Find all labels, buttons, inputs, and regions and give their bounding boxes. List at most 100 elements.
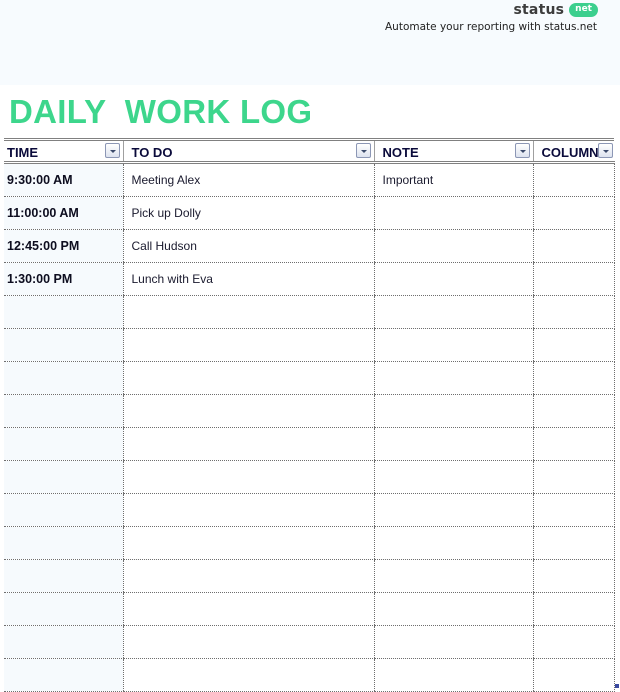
note-cell[interactable] (373, 361, 533, 395)
time-cell[interactable] (4, 394, 123, 428)
table-row: 1:30:00 PM Lunch with Eva (4, 262, 615, 296)
brand-logo: status net (513, 2, 598, 18)
note-cell[interactable] (373, 229, 533, 263)
time-cell[interactable] (4, 328, 123, 362)
work-log-table-container: TIME TO DO NOTE COLUMN 9:30:00 AM Meeting… (4, 138, 615, 692)
todo-cell[interactable] (122, 361, 374, 395)
column-cell[interactable] (532, 394, 615, 428)
column-cell[interactable] (532, 493, 615, 527)
column-header-label: COLUMN (541, 145, 599, 160)
note-cell[interactable] (373, 625, 533, 659)
todo-cell[interactable] (122, 526, 374, 560)
column-header-label: TO DO (131, 145, 173, 160)
table-row (4, 592, 615, 626)
time-cell[interactable] (4, 625, 123, 659)
table-row (4, 460, 615, 494)
note-cell[interactable] (373, 394, 533, 428)
note-cell[interactable]: Important (373, 162, 533, 197)
column-cell[interactable] (532, 361, 615, 395)
note-cell[interactable] (373, 526, 533, 560)
time-cell[interactable] (4, 559, 123, 593)
todo-cell[interactable] (122, 427, 374, 461)
column-cell[interactable] (532, 196, 615, 230)
time-cell[interactable] (4, 592, 123, 626)
table-row (4, 493, 615, 527)
table-row (4, 295, 615, 329)
time-cell[interactable]: 11:00:00 AM (4, 196, 123, 230)
dropdown-filter-icon[interactable] (514, 143, 530, 158)
note-cell[interactable] (373, 295, 533, 329)
note-cell[interactable] (373, 262, 533, 296)
table-row (4, 526, 615, 560)
work-log-table: TIME TO DO NOTE COLUMN 9:30:00 AM Meeting… (4, 138, 615, 692)
table-row (4, 559, 615, 593)
page-title: DAILY WORK LOG (9, 93, 313, 130)
todo-cell[interactable]: Call Hudson (122, 229, 374, 263)
dropdown-filter-icon[interactable] (598, 143, 613, 158)
table-row (4, 394, 615, 428)
note-cell[interactable] (373, 196, 533, 230)
time-cell[interactable]: 1:30:00 PM (4, 262, 123, 296)
todo-cell[interactable] (122, 493, 374, 527)
todo-cell[interactable] (122, 625, 374, 659)
time-cell[interactable] (4, 361, 123, 395)
column-header-label: TIME (7, 145, 39, 160)
time-cell[interactable] (4, 493, 123, 527)
todo-cell[interactable] (122, 394, 374, 428)
time-cell[interactable] (4, 526, 123, 560)
column-cell[interactable] (532, 427, 615, 461)
todo-cell[interactable] (122, 328, 374, 362)
todo-cell[interactable] (122, 559, 374, 593)
column-cell[interactable] (532, 162, 615, 197)
time-cell[interactable]: 12:45:00 PM (4, 229, 123, 263)
table-header-row: TIME TO DO NOTE COLUMN (4, 138, 614, 164)
column-cell[interactable] (532, 262, 615, 296)
todo-cell[interactable]: Lunch with Eva (122, 262, 374, 296)
dropdown-filter-icon[interactable] (355, 143, 371, 158)
todo-cell[interactable] (122, 592, 374, 626)
column-header-label: NOTE (382, 145, 419, 160)
todo-cell[interactable] (122, 658, 374, 692)
brand-tagline: Automate your reporting with status.net (385, 21, 597, 33)
table-row (4, 625, 615, 659)
time-cell[interactable] (4, 295, 123, 329)
table-row: 11:00:00 AM Pick up Dolly (4, 196, 615, 230)
column-cell[interactable] (532, 592, 615, 626)
note-cell[interactable] (373, 559, 533, 593)
time-cell[interactable] (4, 460, 123, 494)
table-resize-handle[interactable] (615, 684, 619, 688)
table-row: 12:45:00 PM Call Hudson (4, 229, 615, 263)
column-cell[interactable] (532, 229, 615, 263)
column-cell[interactable] (532, 625, 615, 659)
column-header-time: TIME (4, 138, 123, 164)
brand-wordmark: status (513, 2, 565, 18)
column-cell[interactable] (532, 559, 615, 593)
time-cell[interactable]: 9:30:00 AM (4, 162, 123, 197)
column-header-note: NOTE (373, 138, 533, 164)
table-row (4, 427, 615, 461)
column-header-column: COLUMN (532, 138, 614, 164)
column-cell[interactable] (532, 658, 615, 692)
todo-cell[interactable]: Meeting Alex (122, 162, 374, 197)
note-cell[interactable] (373, 592, 533, 626)
table-row: 9:30:00 AM Meeting Alex Important (4, 162, 615, 197)
note-cell[interactable] (373, 493, 533, 527)
column-cell[interactable] (532, 526, 615, 560)
table-row (4, 658, 615, 692)
todo-cell[interactable]: Pick up Dolly (122, 196, 374, 230)
column-cell[interactable] (532, 295, 615, 329)
note-cell[interactable] (373, 658, 533, 692)
brand-pill-badge: net (569, 3, 598, 17)
todo-cell[interactable] (122, 295, 374, 329)
dropdown-filter-icon[interactable] (104, 143, 120, 158)
note-cell[interactable] (373, 427, 533, 461)
column-cell[interactable] (532, 460, 615, 494)
time-cell[interactable] (4, 427, 123, 461)
column-header-todo: TO DO (122, 138, 374, 164)
todo-cell[interactable] (122, 460, 374, 494)
table-row (4, 328, 615, 362)
column-cell[interactable] (532, 328, 615, 362)
note-cell[interactable] (373, 460, 533, 494)
time-cell[interactable] (4, 658, 123, 692)
note-cell[interactable] (373, 328, 533, 362)
